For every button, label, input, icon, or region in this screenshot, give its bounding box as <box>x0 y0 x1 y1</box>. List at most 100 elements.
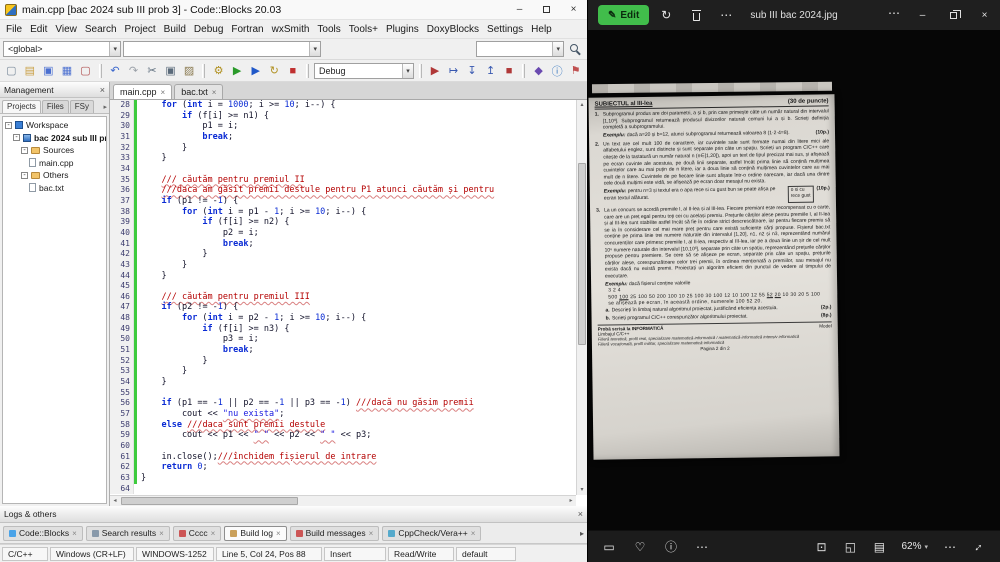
line-number[interactable]: 49 <box>110 323 134 335</box>
line-number[interactable]: 40 <box>110 227 134 239</box>
code-line[interactable]: 61 in.close();///închidem fișierul de in… <box>110 451 576 463</box>
line-number[interactable]: 51 <box>110 345 134 356</box>
editor-horizontal-scrollbar[interactable]: ◂ ▸ <box>110 495 576 506</box>
code-line[interactable]: 54 } <box>110 377 576 388</box>
actual-size-icon[interactable]: ◱ <box>843 540 857 554</box>
code-line[interactable]: 51 break; <box>110 345 576 356</box>
tab-scroll-right-icon[interactable]: ▸ <box>103 103 107 113</box>
line-number[interactable]: 41 <box>110 238 134 250</box>
code-line[interactable]: 53 } <box>110 366 576 378</box>
expander-icon[interactable]: - <box>21 171 28 179</box>
maximize-icon[interactable] <box>533 0 560 19</box>
line-number[interactable]: 37 <box>110 195 134 207</box>
build-icon[interactable]: ⚙ <box>210 62 227 80</box>
editor-vertical-scrollbar[interactable]: ▴ ▾ <box>576 100 587 495</box>
code-line[interactable]: 47 if (p2 != -1) { <box>110 302 576 314</box>
code-line[interactable]: 52 } <box>110 355 576 367</box>
management-tab-files[interactable]: Files <box>41 100 69 113</box>
titlebar[interactable]: main.cpp [bac 2024 sub III prob 3] - Cod… <box>0 0 587 20</box>
logs-tab-code-blocks[interactable]: Code::Blocks × <box>3 525 83 541</box>
close-log-tab-icon[interactable]: × <box>471 529 476 538</box>
line-number[interactable]: 33 <box>110 153 134 164</box>
code-line[interactable]: 32 } <box>110 142 576 154</box>
vertical-scroll-thumb[interactable] <box>578 163 586 345</box>
tree-item-bac-txt[interactable]: bac.txt <box>3 182 106 195</box>
line-number[interactable]: 46 <box>110 291 134 303</box>
fullscreen-icon[interactable]: ↕ <box>969 537 989 557</box>
copy-icon[interactable]: ▣ <box>162 62 179 80</box>
restore-icon[interactable] <box>938 0 969 30</box>
minimize-icon[interactable]: – <box>506 0 533 19</box>
code-line[interactable]: 45 <box>110 281 576 292</box>
more-options-icon[interactable]: ⋯ <box>881 0 907 26</box>
line-number[interactable]: 29 <box>110 110 134 122</box>
close-log-tab-icon[interactable]: × <box>211 529 216 538</box>
line-number[interactable]: 61 <box>110 451 134 463</box>
line-number[interactable]: 47 <box>110 302 134 314</box>
code-line[interactable]: 37 if (p1 != -1) { <box>110 195 576 207</box>
save-all-icon[interactable]: ▦ <box>59 62 76 80</box>
code-line[interactable]: 64 <box>110 483 576 495</box>
step-over-icon[interactable]: ↦ <box>445 62 462 80</box>
line-number[interactable]: 31 <box>110 131 134 143</box>
menu-search[interactable]: Search <box>81 22 121 37</box>
line-number[interactable]: 38 <box>110 206 134 218</box>
line-number[interactable]: 39 <box>110 217 134 228</box>
minimize-icon[interactable]: – <box>907 0 938 30</box>
close-log-tab-icon[interactable]: × <box>159 529 164 538</box>
debug-continue-icon[interactable]: ▶ <box>427 62 444 80</box>
close-log-tab-icon[interactable]: × <box>276 529 281 538</box>
code-line[interactable]: 40 p2 = i; <box>110 227 576 239</box>
code-line[interactable]: 50 p3 = i; <box>110 334 576 346</box>
code-line[interactable]: 57 cout << "nu exista"; <box>110 409 576 420</box>
build-target-combo[interactable]: Debug ▾ <box>313 62 414 79</box>
see-more-bottom-icon[interactable]: ⋯ <box>695 540 709 554</box>
line-number[interactable]: 52 <box>110 355 134 367</box>
delete-icon[interactable] <box>683 2 709 28</box>
line-number[interactable]: 28 <box>110 100 134 111</box>
abort-icon[interactable]: ■ <box>285 62 302 80</box>
code-line[interactable]: 35 /// căutăm pentru premiul II <box>110 174 576 186</box>
line-number[interactable]: 30 <box>110 121 134 132</box>
menu-tools[interactable]: Tools <box>313 22 344 37</box>
expander-icon[interactable]: - <box>21 146 28 154</box>
code-line[interactable]: 44 } <box>110 270 576 282</box>
close-log-tab-icon[interactable]: × <box>72 529 77 538</box>
code-line[interactable]: 34 <box>110 163 576 175</box>
photo-stage[interactable]: SUBIECTUL al III-lea (30 de puncte) 1. Subp… <box>588 30 1000 530</box>
line-number[interactable]: 57 <box>110 409 134 420</box>
tree-item-main-cpp[interactable]: main.cpp <box>3 157 106 170</box>
close-icon[interactable]: × <box>560 0 587 19</box>
line-number[interactable]: 64 <box>110 483 134 495</box>
line-number[interactable]: 36 <box>110 185 134 196</box>
close-file-icon[interactable]: ▢ <box>77 62 94 80</box>
cut-icon[interactable]: ✂ <box>144 62 161 80</box>
code-line[interactable]: 30 p1 = i; <box>110 121 576 132</box>
logs-tab-search-results[interactable]: Search results × <box>85 525 170 541</box>
code-line[interactable]: 29 if (f[i] >= n1) { <box>110 110 576 122</box>
management-tab-projects[interactable]: Projects <box>2 100 41 113</box>
line-number[interactable]: 55 <box>110 387 134 399</box>
bookmark-icon[interactable]: ⚑ <box>567 62 584 80</box>
filmstrip-icon[interactable]: ▤ <box>872 540 886 554</box>
line-number[interactable]: 32 <box>110 142 134 154</box>
code-line[interactable]: 38 for (int i = p1 - 1; i >= 10; i--) { <box>110 206 576 218</box>
tree-item-bac-2024-sub-iii-prob-3[interactable]: -bac 2024 sub III prob 3 <box>3 132 106 145</box>
code-line[interactable]: 49 if (f[i] >= n3) { <box>110 323 576 335</box>
symbol-combo[interactable]: ▾ <box>123 41 321 57</box>
menu-view[interactable]: View <box>51 22 81 37</box>
logs-close-icon[interactable]: × <box>578 509 583 519</box>
menu-tools[interactable]: Tools+ <box>345 22 382 37</box>
step-into-icon[interactable]: ↧ <box>464 62 481 80</box>
code-view[interactable]: 28 for (int i = 1000; i >= 10; i--) {29 … <box>110 100 576 495</box>
code-line[interactable]: 59 cout << p1 << " " << p2 << " " << p3; <box>110 430 576 441</box>
logs-tab-cccc[interactable]: Cccc × <box>172 525 222 541</box>
step-out-icon[interactable]: ↥ <box>482 62 499 80</box>
save-icon[interactable]: ▣ <box>40 62 57 80</box>
redo-icon[interactable]: ↷ <box>125 62 142 80</box>
code-line[interactable]: 58 else ///daca sunt premii destule <box>110 419 576 431</box>
management-close-icon[interactable]: × <box>100 85 105 95</box>
line-number[interactable]: 62 <box>110 462 134 473</box>
line-number[interactable]: 54 <box>110 377 134 388</box>
menu-fortran[interactable]: Fortran <box>227 22 267 37</box>
